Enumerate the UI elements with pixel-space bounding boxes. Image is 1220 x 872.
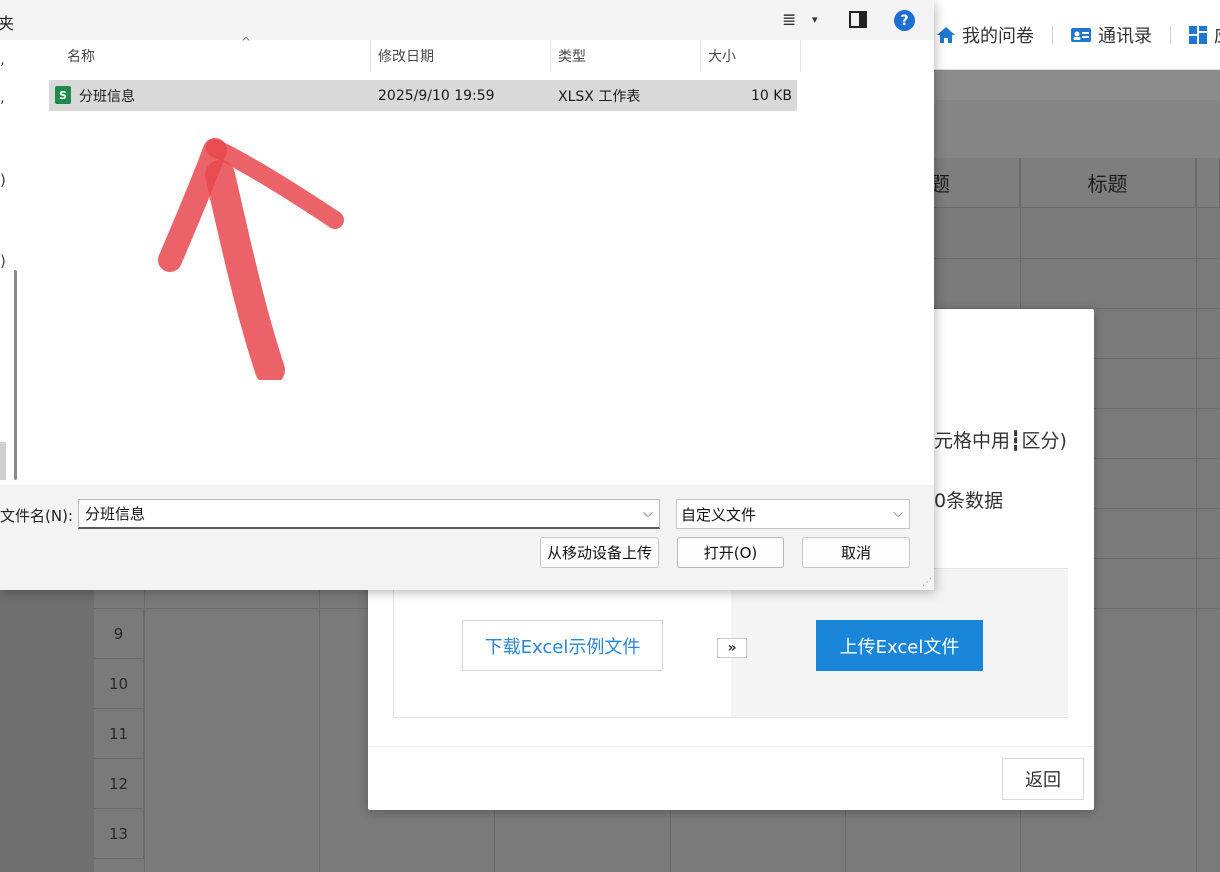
row-number: 9 xyxy=(94,609,144,659)
grid-icon xyxy=(1188,25,1208,45)
nav-divider xyxy=(1170,26,1171,44)
sort-ascending-icon: ^ xyxy=(241,35,252,49)
dialog-toolbar: 夹 ≣ ▾ ? xyxy=(0,0,934,40)
nav-item-fragment[interactable]: , xyxy=(0,50,5,68)
red-arrow-annotation xyxy=(158,138,344,380)
nav-my-surveys[interactable]: 我的问卷 xyxy=(936,20,1034,50)
cancel-button[interactable]: 取消 xyxy=(802,537,910,568)
file-row[interactable]: S 分班信息 2025/9/10 19:59 XLSX 工作表 10 KB xyxy=(49,80,797,111)
nav-contacts-label: 通讯录 xyxy=(1098,26,1152,47)
nav-item-fragment[interactable]: , xyxy=(0,88,5,106)
column-header-size[interactable]: 大小 xyxy=(696,40,801,72)
home-icon xyxy=(936,26,956,44)
file-type: XLSX 工作表 xyxy=(558,88,641,105)
nav-more-label: 应 xyxy=(1214,22,1220,48)
file-open-dialog: 夹 ≣ ▾ ? , , ) ) 名称 ^ 修改日期 类型 大小 S 分班信息 2… xyxy=(0,0,934,590)
view-options-icon[interactable]: ≣ xyxy=(782,10,796,30)
row-number: 10 xyxy=(94,659,144,709)
column-header-modified[interactable]: 修改日期 xyxy=(366,40,551,72)
nav-scrollbar[interactable] xyxy=(14,270,17,480)
nav-divider xyxy=(1052,26,1053,44)
nav-more[interactable]: 应 xyxy=(1188,20,1220,50)
import-hint-limit: 0条数据 xyxy=(934,490,1004,512)
preview-pane-icon[interactable] xyxy=(849,11,867,28)
upload-panel: 下载Excel示例文件 » 上传Excel文件 xyxy=(393,568,1068,718)
column-header-type[interactable]: 类型 xyxy=(546,40,701,72)
column-header-empty xyxy=(1196,158,1220,208)
chevron-down-icon[interactable]: ⌵ xyxy=(643,506,653,521)
back-button[interactable]: 返回 xyxy=(1002,758,1084,800)
upload-from-mobile-button[interactable]: 从移动设备上传 xyxy=(540,537,659,568)
chevron-down-icon[interactable]: ▾ xyxy=(812,13,818,26)
dialog-footer: 文件名(N): 分班信息 ⌵ 自定义文件 ⌵ 从移动设备上传 打开(O) 取消 … xyxy=(0,485,934,590)
nav-item-fragment[interactable]: ) xyxy=(0,252,6,270)
xlsx-file-icon: S xyxy=(55,86,71,104)
column-name-label: 名称 xyxy=(67,49,95,65)
file-modified: 2025/9/10 19:59 xyxy=(378,87,495,104)
row-number: 11 xyxy=(94,709,144,759)
filetype-select[interactable]: 自定义文件 ⌵ xyxy=(676,499,910,529)
row-number: 12 xyxy=(94,759,144,809)
file-name: 分班信息 xyxy=(79,88,135,105)
filename-label: 文件名(N): xyxy=(0,507,73,525)
dialog-title-fragment: 夹 xyxy=(0,14,15,33)
chevron-down-icon[interactable]: ⌵ xyxy=(893,506,903,521)
file-list: 名称 ^ 修改日期 类型 大小 S 分班信息 2025/9/10 19:59 X… xyxy=(25,35,934,485)
modal-divider xyxy=(368,746,1094,747)
row-number: 13 xyxy=(94,809,144,859)
column-header-name[interactable]: 名称 ^ xyxy=(55,35,371,72)
column-header: 标题 xyxy=(1020,158,1196,208)
filetype-value: 自定义文件 xyxy=(681,505,757,524)
filename-input[interactable]: 分班信息 ⌵ xyxy=(78,499,660,529)
nav-my-surveys-label: 我的问卷 xyxy=(962,26,1034,47)
contact-card-icon xyxy=(1070,26,1092,44)
filename-value: 分班信息 xyxy=(85,505,146,523)
upload-excel-button[interactable]: 上传Excel文件 xyxy=(816,620,983,671)
file-size: 10 KB xyxy=(750,87,792,104)
download-sample-button[interactable]: 下载Excel示例文件 xyxy=(462,620,663,671)
nav-item-fragment[interactable]: ) xyxy=(0,171,6,189)
gridline xyxy=(1196,158,1197,872)
resize-grip-icon[interactable]: ⋰ xyxy=(922,577,932,588)
double-chevron-right-icon: » xyxy=(717,638,747,658)
import-hint-separator: 元格中用┇区分) xyxy=(934,430,1067,452)
navigation-pane[interactable]: , , ) ) xyxy=(0,40,25,485)
nav-contacts[interactable]: 通讯录 xyxy=(1070,20,1152,50)
nav-selected-indicator xyxy=(0,442,6,480)
open-button[interactable]: 打开(O) xyxy=(677,537,784,568)
help-icon[interactable]: ? xyxy=(894,10,915,31)
